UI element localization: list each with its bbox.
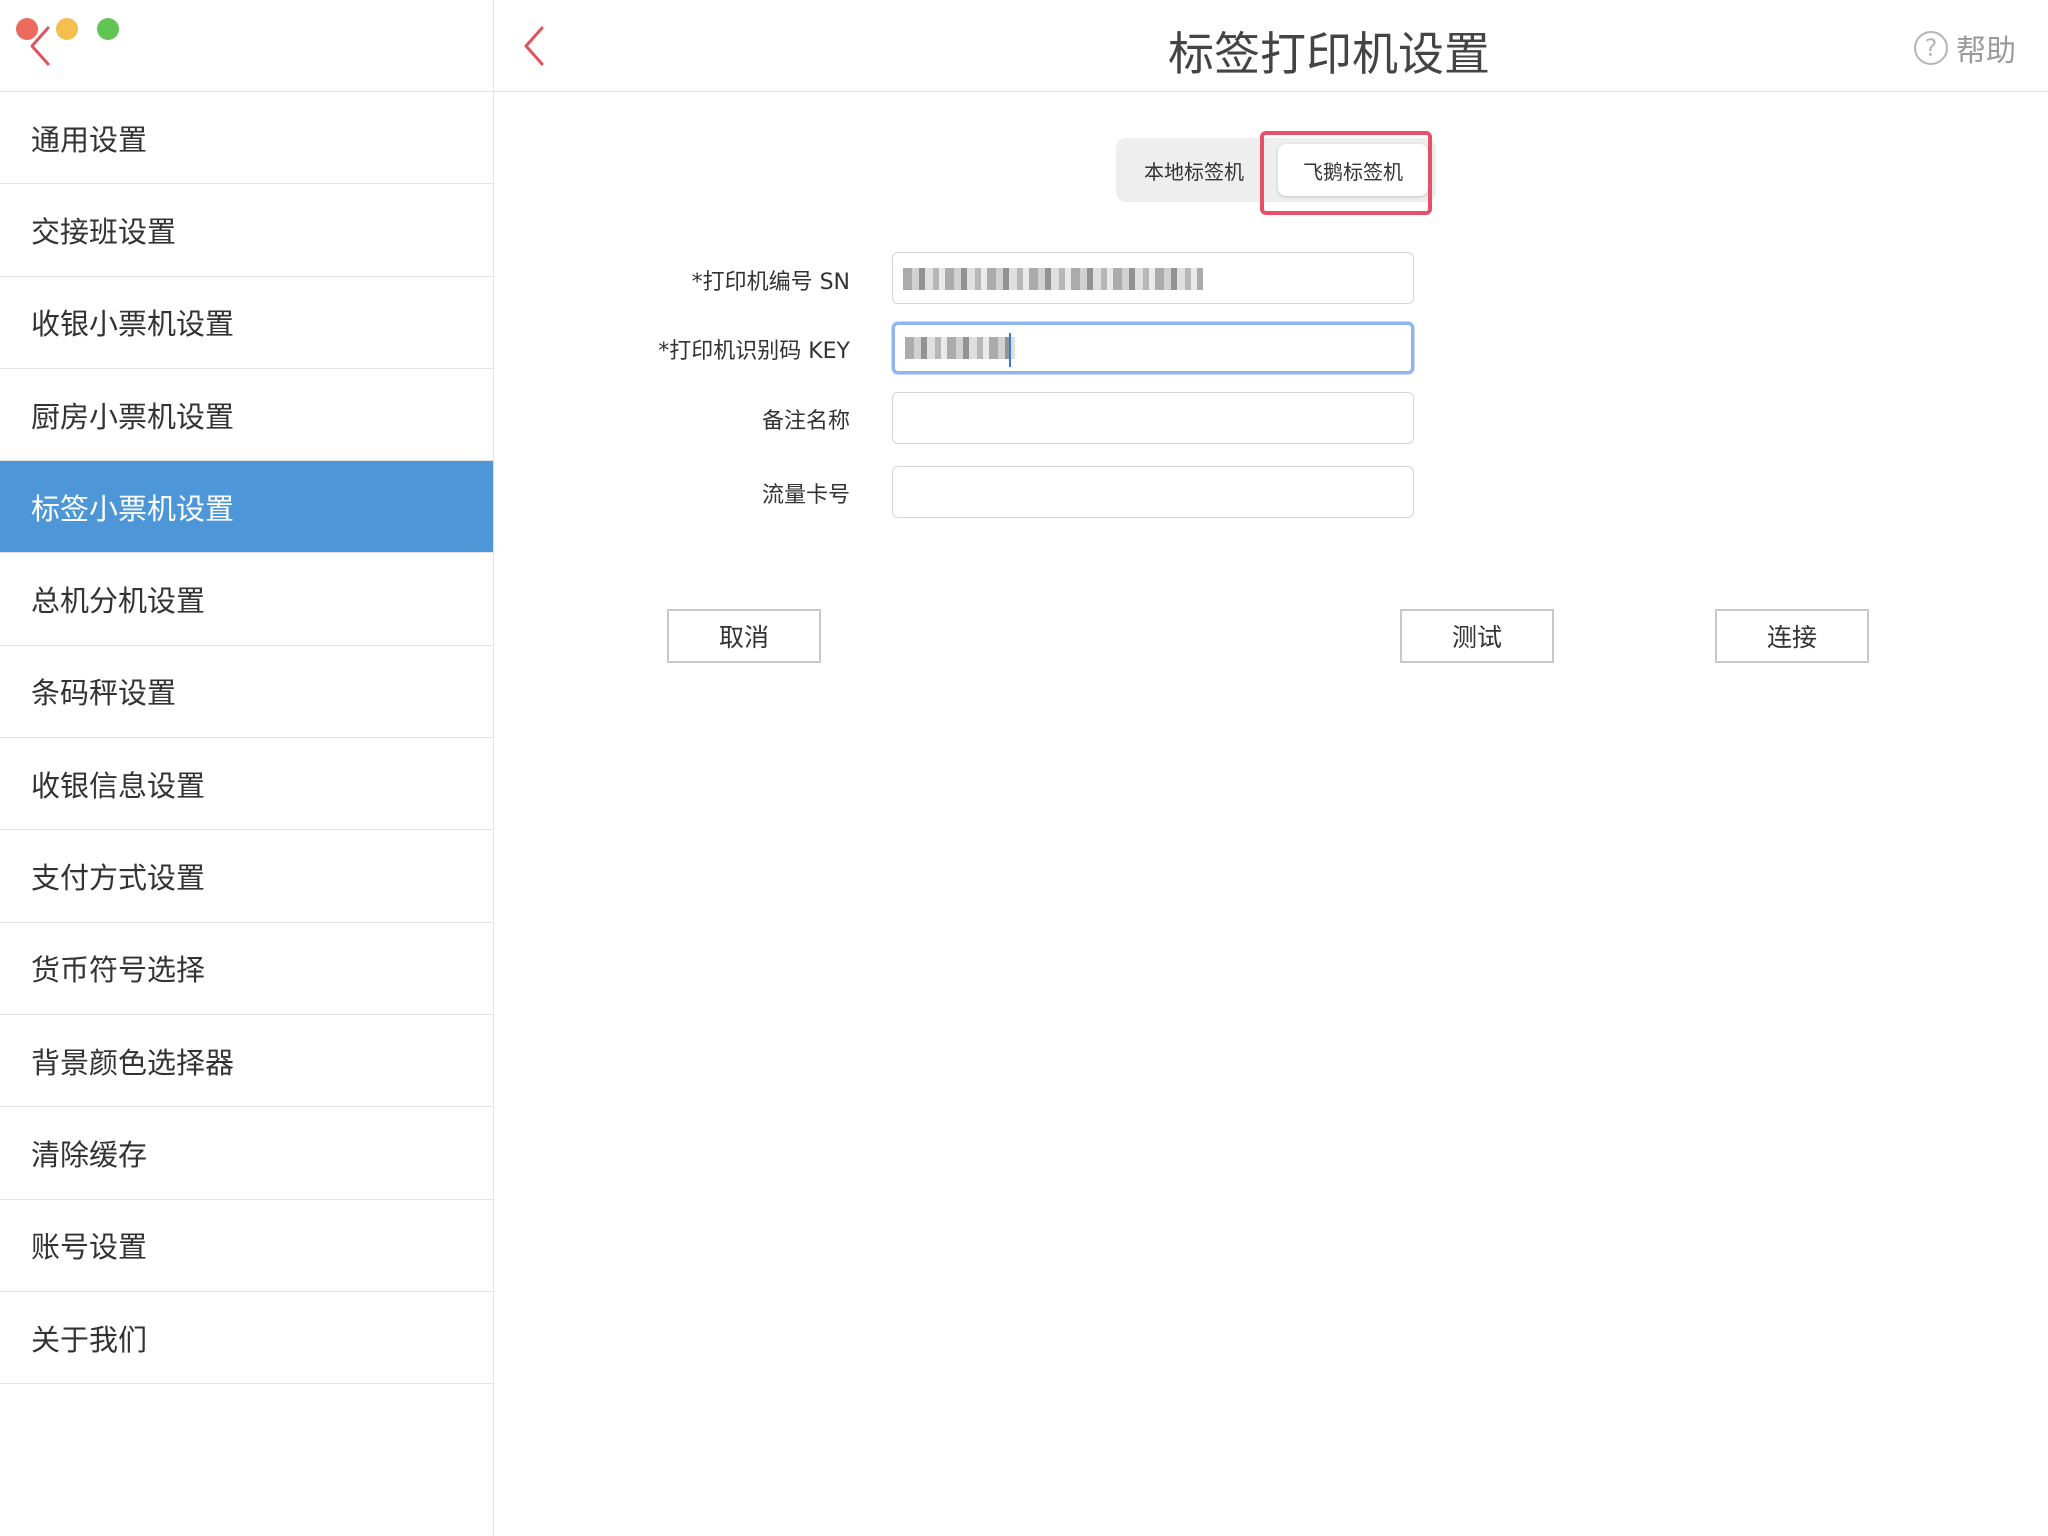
sidebar-item-shift-handover[interactable]: 交接班设置 xyxy=(0,184,493,277)
page-title: 标签打印机设置 xyxy=(1168,27,1490,81)
sidebar-item-label: 收银信息设置 xyxy=(31,768,206,803)
settings-nav-list: 通用设置 交接班设置 收银小票机设置 厨房小票机设置 标签小票机设置 总机分机设… xyxy=(0,92,493,1385)
remark-name-label: 备注名称 xyxy=(761,409,850,434)
app-window: 通用设置 交接班设置 收银小票机设置 厨房小票机设置 标签小票机设置 总机分机设… xyxy=(0,0,2048,1536)
remark-name-input[interactable] xyxy=(892,392,1414,444)
question-circle-icon: ? xyxy=(1914,31,1948,65)
sidebar-item-label: 收银小票机设置 xyxy=(31,307,235,342)
sidebar-item-barcode-scale[interactable]: 条码秤设置 xyxy=(0,646,493,739)
sidebar-item-label-printer[interactable]: 标签小票机设置 xyxy=(0,461,493,554)
sidebar-item-label: 支付方式设置 xyxy=(31,861,206,896)
help-label: 帮助 xyxy=(1956,34,2016,69)
printer-key-label: *打印机识别码 KEY xyxy=(658,339,850,364)
text-caret xyxy=(1009,333,1011,367)
minimize-window-button[interactable] xyxy=(56,18,78,40)
connect-button[interactable]: 连接 xyxy=(1715,609,1869,663)
sidebar-item-label: 清除缓存 xyxy=(31,1137,148,1172)
sidebar-item-label: 标签小票机设置 xyxy=(31,491,235,526)
chevron-left-icon[interactable] xyxy=(26,24,56,68)
help-button[interactable]: ? 帮助 xyxy=(1914,26,2016,70)
sidebar-item-label: 通用设置 xyxy=(31,122,148,157)
sidebar-item-cashier-info[interactable]: 收银信息设置 xyxy=(0,738,493,831)
sidebar-item-about[interactable]: 关于我们 xyxy=(0,1292,493,1385)
segment-local-label-printer[interactable]: 本地标签机 xyxy=(1116,138,1272,202)
sidebar-item-label: 厨房小票机设置 xyxy=(31,399,235,434)
zoom-window-button[interactable] xyxy=(97,18,119,40)
sidebar-item-receipt-printer[interactable]: 收银小票机设置 xyxy=(0,277,493,369)
test-button[interactable]: 测试 xyxy=(1400,609,1554,663)
sim-card-input[interactable] xyxy=(892,466,1414,518)
sidebar-item-kitchen-printer[interactable]: 厨房小票机设置 xyxy=(0,369,493,462)
sidebar-header xyxy=(0,0,493,92)
sim-card-label: 流量卡号 xyxy=(761,483,850,508)
sidebar-item-main-sub-terminal[interactable]: 总机分机设置 xyxy=(0,553,493,646)
sidebar-item-currency-symbol[interactable]: 货币符号选择 xyxy=(0,923,493,1015)
sidebar-item-label: 账号设置 xyxy=(31,1230,148,1265)
sidebar-item-payment-methods[interactable]: 支付方式设置 xyxy=(0,830,493,923)
cancel-button[interactable]: 取消 xyxy=(667,609,821,663)
sidebar-item-account[interactable]: 账号设置 xyxy=(0,1200,493,1292)
main-panel: 标签打印机设置 ? 帮助 本地标签机 飞鹅标签机 *打印机编号 SN *打印机识… xyxy=(494,0,2048,1536)
printer-sn-field[interactable] xyxy=(892,252,1414,304)
redacted-value xyxy=(905,337,1015,359)
main-header: 标签打印机设置 ? 帮助 xyxy=(494,0,2048,92)
sidebar-item-general[interactable]: 通用设置 xyxy=(0,92,493,185)
printer-type-segmented-control: 本地标签机 飞鹅标签机 xyxy=(1116,138,1436,202)
printer-key-field[interactable] xyxy=(892,322,1414,374)
sidebar-item-clear-cache[interactable]: 清除缓存 xyxy=(0,1107,493,1200)
sidebar-item-label: 总机分机设置 xyxy=(31,584,206,619)
redacted-value xyxy=(903,268,1203,290)
printer-sn-label: *打印机编号 SN xyxy=(691,270,850,295)
sidebar-item-label: 条码秤设置 xyxy=(31,676,177,711)
sidebar-item-label: 关于我们 xyxy=(31,1322,148,1357)
sidebar-item-label: 背景颜色选择器 xyxy=(31,1045,235,1080)
sidebar-item-label: 货币符号选择 xyxy=(31,953,206,988)
segment-feie-label-printer[interactable]: 飞鹅标签机 xyxy=(1278,144,1428,196)
sidebar-item-background-color[interactable]: 背景颜色选择器 xyxy=(0,1015,493,1108)
sidebar-item-label: 交接班设置 xyxy=(31,214,177,249)
sidebar: 通用设置 交接班设置 收银小票机设置 厨房小票机设置 标签小票机设置 总机分机设… xyxy=(0,0,494,1536)
